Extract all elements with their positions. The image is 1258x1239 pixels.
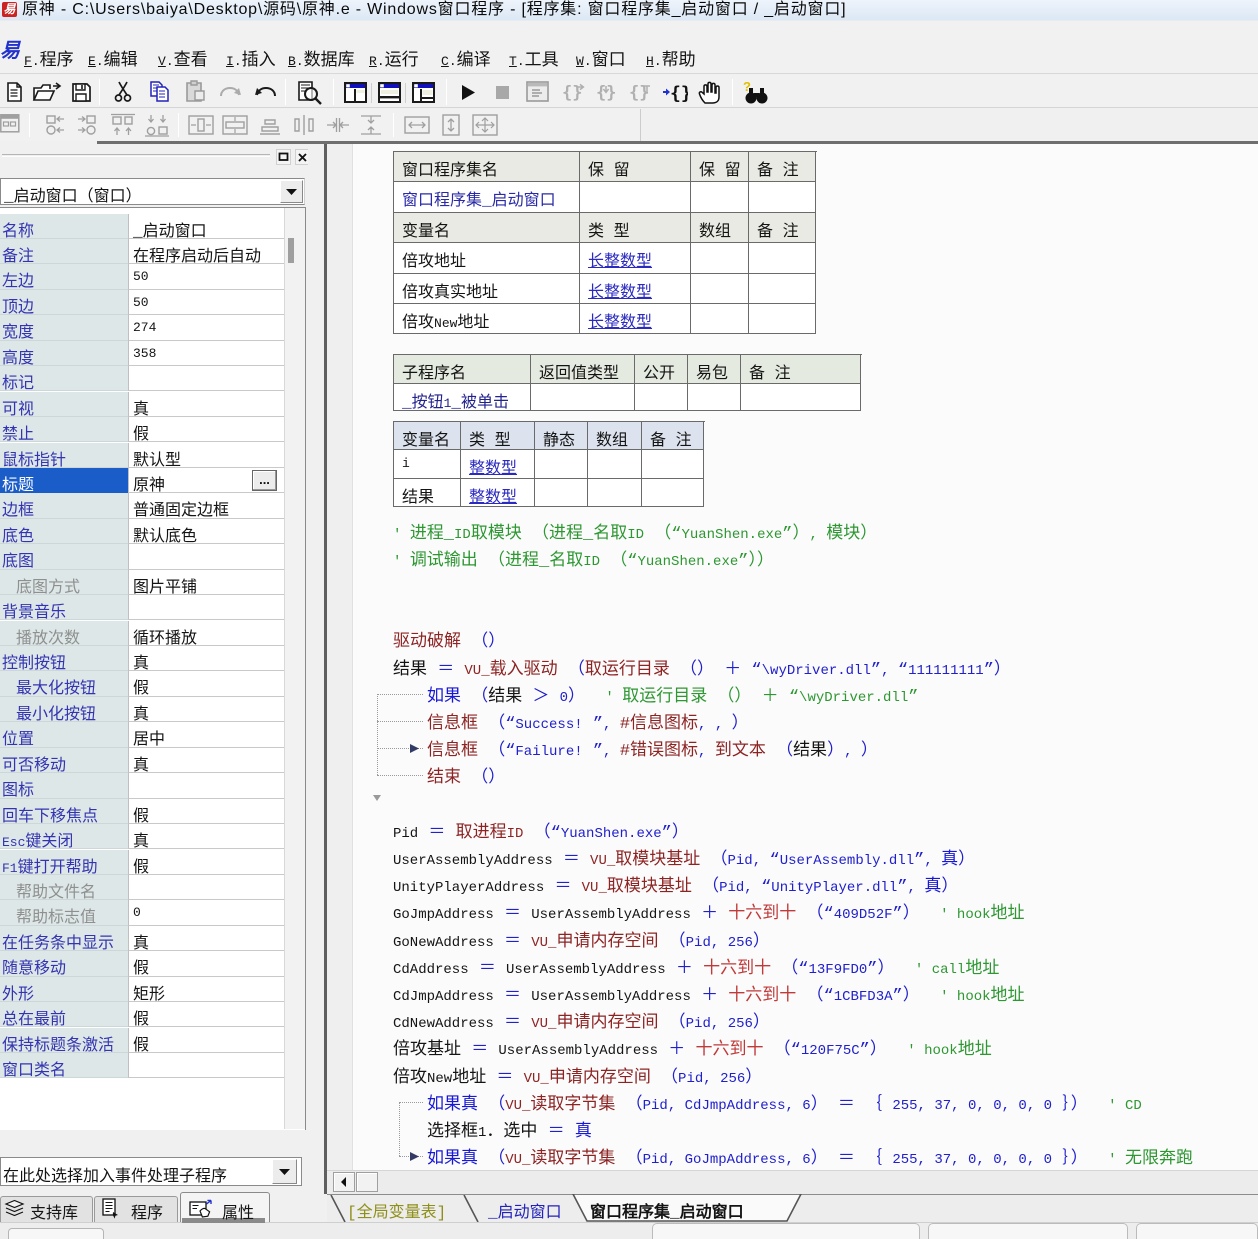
svg-text:{}: {} <box>670 83 688 103</box>
svg-text:{}: {} <box>562 83 582 103</box>
